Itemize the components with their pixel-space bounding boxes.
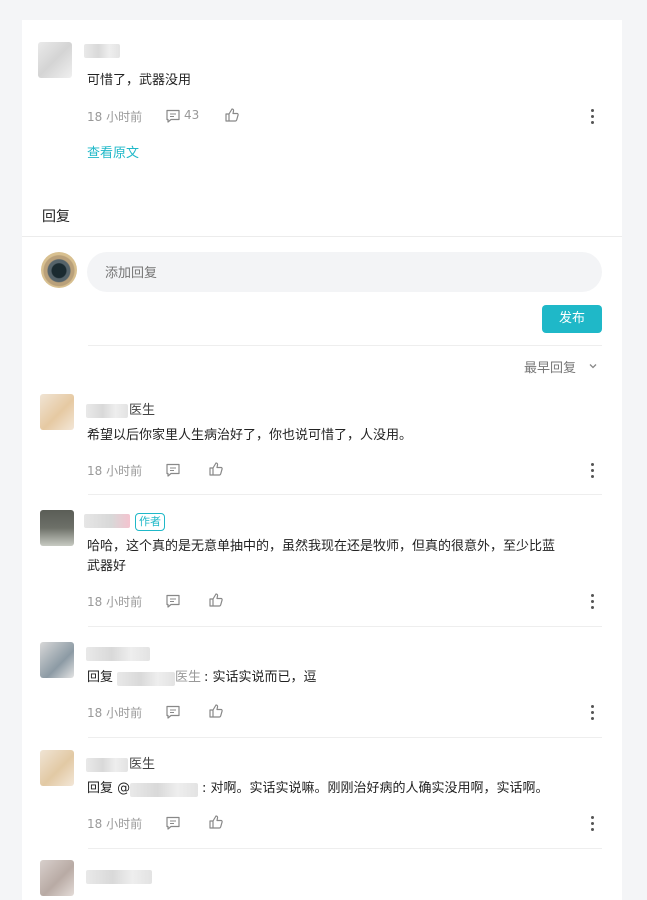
reply-prefix: 回复 @: [87, 781, 131, 796]
reply-text: 哈哈，这个真的是无意单抽中的，虽然我现在还是牧师，但真的很意外，至少比蓝: [87, 539, 556, 554]
more-vertical-icon[interactable]: [590, 594, 594, 610]
comment-thread-card: 可惜了，武器没用 18 小时前 43 查看原文 回复 发布 最早回复 医生 希望…: [22, 20, 622, 900]
reply-time: 18 小时前: [87, 817, 143, 831]
author-badge: 作者: [135, 513, 165, 531]
reply-author-name[interactable]: [86, 870, 152, 884]
reply-avatar[interactable]: [40, 860, 74, 896]
reply-time: 18 小时前: [87, 464, 143, 478]
reply-input[interactable]: [87, 252, 602, 292]
reply-avatar[interactable]: [40, 750, 74, 786]
more-vertical-icon[interactable]: [590, 109, 594, 125]
reply-divider: [88, 737, 602, 738]
original-author-name[interactable]: [84, 44, 120, 58]
comment-icon[interactable]: [165, 704, 181, 720]
comment-icon[interactable]: [165, 593, 181, 609]
more-vertical-icon[interactable]: [590, 816, 594, 832]
reply-time: 18 小时前: [87, 595, 143, 609]
reply-prefix: 回复: [87, 670, 114, 685]
reply-author-suffix: 医生: [129, 403, 156, 418]
thumbs-up-icon[interactable]: [224, 107, 240, 123]
comment-count: 43: [184, 108, 200, 122]
section-divider: [22, 236, 622, 237]
reply-avatar[interactable]: [40, 510, 74, 546]
thumbs-up-icon[interactable]: [208, 814, 224, 830]
reply-avatar[interactable]: [40, 642, 74, 678]
reply-divider: [88, 494, 602, 495]
reply-divider: [88, 848, 602, 849]
reply-author-name[interactable]: [86, 758, 128, 772]
reply-avatar[interactable]: [40, 394, 74, 430]
reply-section-title: 回复: [42, 209, 70, 225]
thumbs-up-icon[interactable]: [208, 592, 224, 608]
thumbs-up-icon[interactable]: [208, 703, 224, 719]
reply-author-name[interactable]: [84, 514, 130, 528]
more-vertical-icon[interactable]: [590, 463, 594, 479]
comment-icon[interactable]: [165, 108, 181, 124]
reply-author-name[interactable]: [86, 647, 150, 661]
reply-author-name[interactable]: [86, 404, 128, 418]
chevron-down-icon[interactable]: [587, 360, 599, 372]
comment-icon[interactable]: [165, 462, 181, 478]
reply-to-name[interactable]: [130, 783, 198, 797]
reply-text: : 实话实说而已，逗: [204, 670, 317, 685]
publish-button[interactable]: 发布: [542, 305, 602, 333]
reply-author-suffix: 医生: [129, 757, 156, 772]
reply-to-name[interactable]: [117, 672, 175, 686]
reply-text: 希望以后你家里人生病治好了，你也说可惜了，人没用。: [87, 428, 413, 443]
view-original-link[interactable]: 查看原文: [87, 142, 139, 161]
reply-divider: [88, 626, 602, 627]
original-time: 18 小时前: [87, 110, 143, 124]
input-divider: [88, 345, 602, 346]
reply-text-continued: 武器好: [87, 559, 127, 574]
comment-icon[interactable]: [165, 815, 181, 831]
reply-text: : 对啊。实话实说嘛。刚刚治好病的人确实没用啊，实话啊。: [202, 781, 549, 796]
thumbs-up-icon[interactable]: [208, 461, 224, 477]
sort-label[interactable]: 最早回复: [524, 357, 576, 376]
more-vertical-icon[interactable]: [590, 705, 594, 721]
current-user-avatar: [41, 252, 77, 288]
reply-time: 18 小时前: [87, 706, 143, 720]
original-author-avatar[interactable]: [38, 42, 72, 78]
original-comment-text: 可惜了，武器没用: [87, 73, 192, 88]
reply-to-suffix: 医生: [175, 670, 202, 685]
